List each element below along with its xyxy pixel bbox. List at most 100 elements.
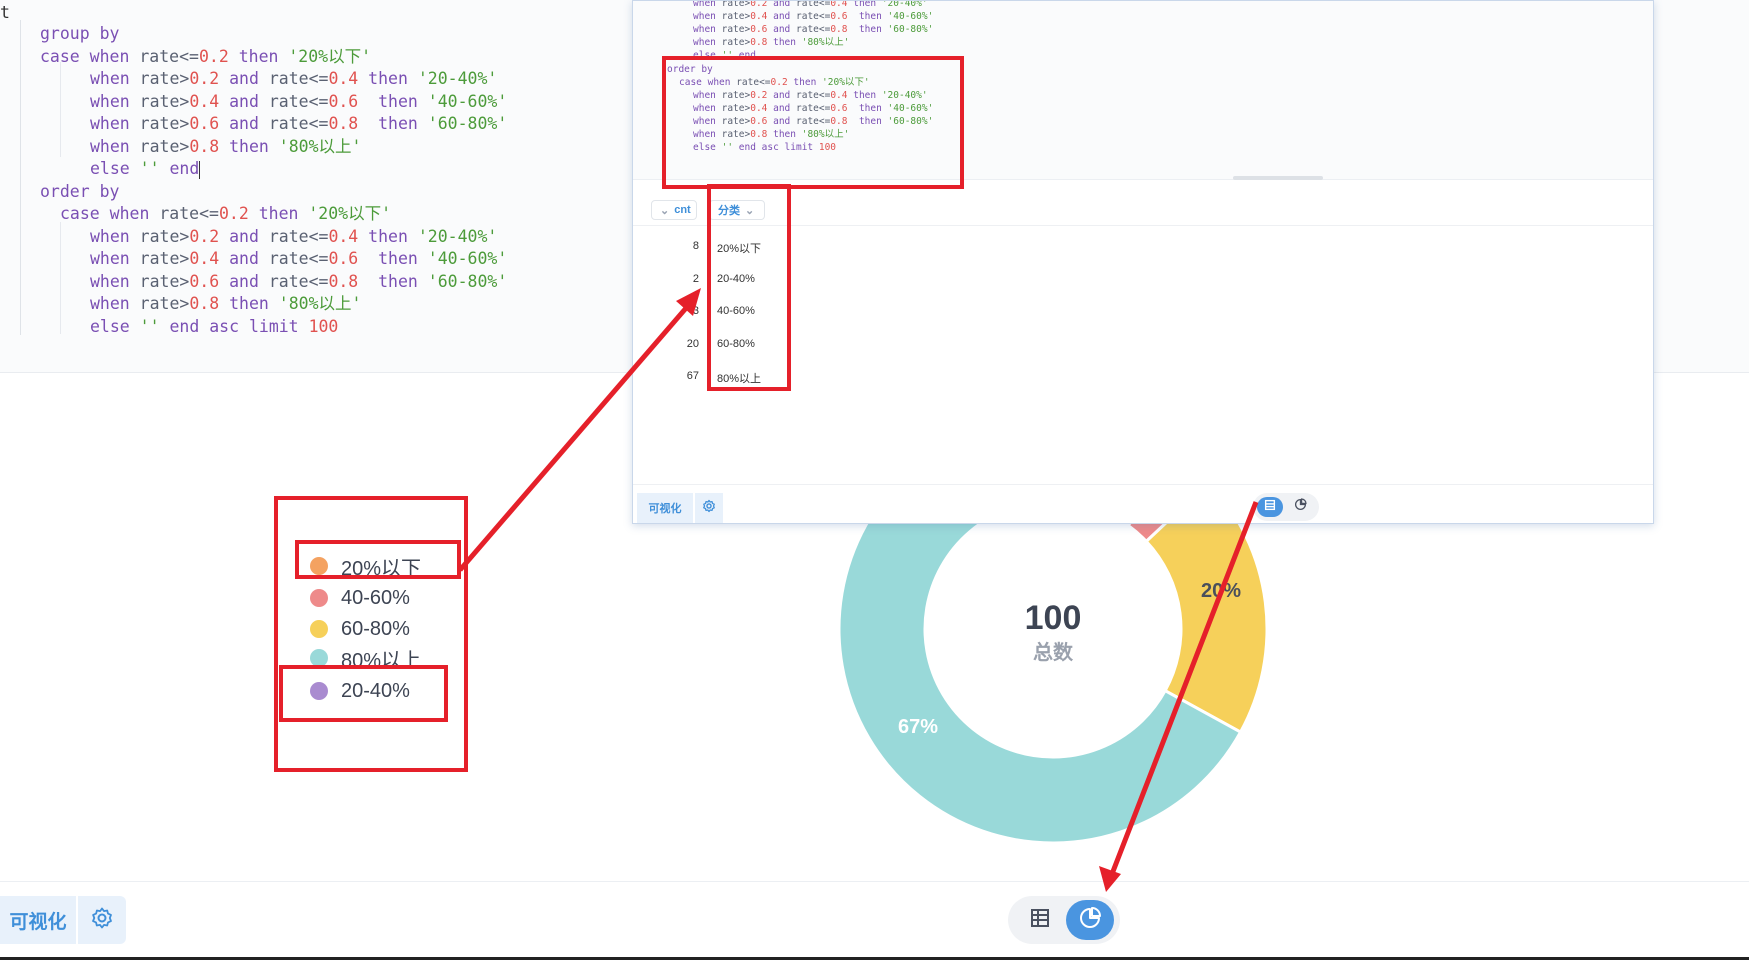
gear-icon: [702, 499, 716, 518]
code-token: rate>: [721, 24, 751, 35]
code-token: rate<=: [268, 114, 329, 133]
horizontal-scrollbar[interactable]: [1233, 176, 1323, 180]
code-token: 0.4: [189, 249, 220, 268]
code-token: rate>: [721, 37, 751, 48]
code-token: then: [358, 271, 428, 291]
code-token: and: [767, 24, 796, 35]
code-token: '40-60%': [427, 249, 508, 268]
slice-label: 67%: [898, 716, 938, 738]
pie-chart-icon: [1078, 906, 1102, 935]
code-token: '80%以上': [278, 136, 362, 156]
code-token: '20-40%': [881, 0, 928, 9]
inset-view-toggle: [1253, 493, 1319, 521]
code-line: when rate>0.8 then '80%以上': [90, 136, 361, 158]
code-token: then: [228, 46, 289, 66]
text-cursor: [199, 160, 201, 179]
chevron-down-icon: ⌄: [660, 204, 670, 217]
inset-pie-view-button[interactable]: [1289, 497, 1311, 517]
code-line: else '' end asc limit 100: [90, 316, 338, 338]
code-token: else: [90, 159, 140, 178]
code-token: and: [219, 226, 269, 246]
inset-gear-button[interactable]: [695, 493, 723, 523]
column-header-cnt[interactable]: ⌄ cnt: [651, 200, 697, 220]
code-token: '40-60%': [427, 91, 508, 111]
code-token: when: [90, 91, 140, 111]
code-line: group by: [40, 23, 119, 45]
code-token: and: [219, 249, 269, 268]
inset-table-view-button[interactable]: [1257, 497, 1283, 517]
code-token: when: [90, 136, 140, 156]
code-line: when rate>0.6 and rate<=0.8 then '60-80%…: [90, 113, 507, 135]
code-line: order by: [40, 181, 119, 203]
code-line: when rate>0.8 then '80%以上': [693, 36, 849, 49]
code-token: 0.4: [328, 226, 359, 246]
indent-guide: [60, 62, 61, 157]
divider: [633, 484, 1653, 485]
code-line: when rate>0.2 and rate<=0.4 then '20-40%…: [90, 226, 497, 248]
code-line: case when rate<=0.2 then '20%以下': [60, 203, 391, 225]
code-token: '': [139, 159, 160, 178]
code-token: rate<=: [796, 11, 831, 22]
table-view-button[interactable]: [1022, 902, 1058, 938]
gear-icon: [90, 906, 114, 935]
visualization-label: 可视化: [648, 503, 682, 515]
code-token: when: [90, 69, 140, 88]
inset-visualization-button[interactable]: 可视化: [637, 493, 693, 523]
code-token: 0.4: [830, 0, 848, 9]
code-token: rate>: [721, 11, 751, 22]
code-line: when rate>0.4 and rate<=0.6 then '40-60%…: [90, 248, 507, 270]
code-token: '20%以下': [288, 46, 372, 66]
code-token: 0.6: [328, 91, 359, 111]
code-token: then: [847, 0, 882, 9]
code-token: 0.2: [189, 226, 220, 246]
code-token: rate>: [139, 226, 190, 246]
annotation-box-legend-first: [295, 540, 461, 579]
code-token: '60-80%': [427, 114, 508, 133]
code-token: end: [159, 159, 200, 178]
code-token: rate>: [139, 136, 190, 156]
code-token: 0.6: [830, 11, 848, 22]
code-token: then: [358, 69, 418, 88]
code-token: 0.2: [198, 46, 229, 66]
pie-view-button[interactable]: [1066, 900, 1114, 940]
code-line: when rate>0.2 and rate<=0.4 then '20-40%…: [90, 68, 497, 90]
code-token: when: [90, 271, 140, 291]
code-token: rate>: [139, 249, 190, 268]
indent-guide: [20, 20, 21, 335]
cell-cnt: 8: [692, 240, 699, 252]
code-token: then: [219, 136, 279, 156]
code-token: then: [767, 37, 802, 48]
code-token: then: [358, 249, 428, 268]
gear-button[interactable]: [78, 896, 126, 944]
bottom-toolbar: 可视化: [0, 881, 1749, 960]
code-token: and: [767, 11, 796, 22]
code-token: 0.6: [328, 249, 359, 268]
code-token: and: [767, 0, 796, 9]
code-token: rate<=: [268, 271, 329, 291]
code-token: 0.6: [189, 271, 220, 291]
center-total-label: 总数: [1033, 640, 1074, 664]
table-icon: [1029, 907, 1051, 934]
code-line: when rate>0.2 and rate<=0.4 then '20-40%…: [693, 0, 928, 10]
code-token: when: [693, 37, 722, 48]
code-token: and: [219, 91, 269, 111]
code-token: rate<=: [139, 46, 199, 66]
code-token: case when: [40, 46, 140, 66]
column-header-label: cnt: [674, 204, 691, 216]
code-token: when: [693, 11, 722, 22]
code-token: then: [358, 114, 428, 133]
code-token: '20%以下': [308, 204, 392, 223]
visualization-button[interactable]: 可视化: [0, 896, 76, 944]
code-token: 0.8: [750, 37, 768, 48]
code-token: 0.8: [189, 294, 220, 313]
code-token: then: [248, 204, 309, 223]
code-token: then: [847, 11, 888, 22]
code-token: then: [847, 24, 888, 35]
code-token: rate<=: [796, 0, 831, 9]
code-token: 0.6: [189, 114, 220, 133]
code-token: 0.8: [189, 136, 220, 156]
code-token: and: [219, 114, 269, 133]
cell-cnt: 67: [686, 370, 699, 382]
code-token: 0.2: [218, 204, 249, 223]
slice-label: 20%: [1201, 580, 1241, 602]
